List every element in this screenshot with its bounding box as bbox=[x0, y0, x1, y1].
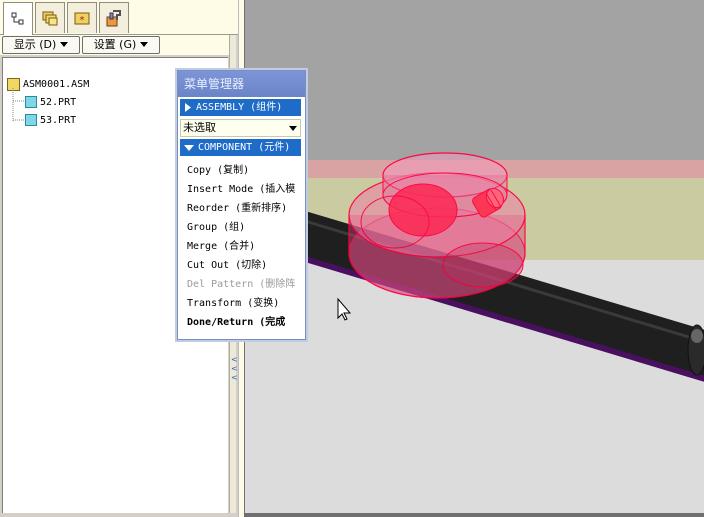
menu-item-group[interactable]: Group (组) bbox=[187, 219, 303, 236]
chevron-down-icon bbox=[140, 42, 149, 47]
menu-item-del-pattern: Del Pattern (删除阵 bbox=[187, 279, 296, 290]
tree-icon bbox=[11, 12, 24, 25]
chevron-down-icon bbox=[289, 126, 297, 131]
tree-child-item[interactable]: 52.PRT bbox=[25, 96, 76, 108]
collapse-arrows-icon[interactable]: < < < bbox=[231, 355, 238, 382]
connections-tab[interactable] bbox=[99, 2, 129, 33]
assembly-section-header[interactable]: ASSEMBLY (组件) bbox=[180, 99, 301, 116]
part-icon bbox=[25, 114, 37, 126]
menu-item-merge[interactable]: Merge (合并) bbox=[187, 238, 303, 255]
menu-manager-title: 菜单管理器 bbox=[178, 71, 305, 97]
svg-text:*: * bbox=[80, 15, 85, 26]
display-label: 显示 (D) bbox=[13, 38, 57, 51]
graphics-viewport[interactable] bbox=[244, 0, 704, 517]
menu-item-cut-out[interactable]: Cut Out (切除) bbox=[187, 257, 303, 274]
highlighted-component bbox=[348, 152, 526, 299]
tools-icon bbox=[106, 10, 121, 27]
display-menu-button[interactable]: 显示 (D) bbox=[2, 36, 80, 54]
part-icon bbox=[25, 96, 37, 108]
menu-item-transform[interactable]: Transform (变换) bbox=[187, 295, 303, 312]
star-folder-icon: * bbox=[74, 12, 90, 26]
component-section-header[interactable]: COMPONENT (元件) bbox=[180, 139, 301, 156]
chevron-down-icon bbox=[60, 42, 69, 47]
mouse-cursor-icon bbox=[337, 297, 352, 321]
tree-child-item[interactable]: 53.PRT bbox=[25, 114, 76, 126]
menu-manager: 菜单管理器 ASSEMBLY (组件) 未选取 COMPONENT (元件) C… bbox=[177, 70, 306, 340]
settings-menu-button[interactable]: 设置 (G) bbox=[82, 36, 160, 54]
viewport-frame bbox=[244, 513, 704, 517]
tree-child-label: 53.PRT bbox=[40, 114, 77, 126]
assembly-section-label: ASSEMBLY (组件) bbox=[196, 102, 283, 113]
tree-child-label: 52.PRT bbox=[40, 96, 77, 108]
model-render bbox=[284, 152, 704, 382]
folders-icon bbox=[42, 11, 58, 26]
expand-right-icon bbox=[185, 103, 191, 112]
favorites-tab[interactable]: * bbox=[67, 2, 97, 33]
component-section-label: COMPONENT (元件) bbox=[198, 142, 291, 153]
model-tree-tab[interactable] bbox=[3, 2, 33, 35]
selection-value: 未选取 bbox=[183, 121, 216, 134]
menu-item-insert-mode[interactable]: Insert Mode (插入模 bbox=[187, 181, 303, 198]
menu-item-reorder[interactable]: Reorder (重新排序) bbox=[187, 200, 303, 217]
menu-item-done-return[interactable]: Done/Return (完成 bbox=[187, 314, 303, 331]
navigator-tabstrip: * bbox=[0, 0, 243, 35]
folder-browser-tab[interactable] bbox=[35, 2, 65, 33]
settings-label: 设置 (G) bbox=[93, 38, 137, 51]
menu-item-copy[interactable]: Copy (复制) bbox=[187, 162, 303, 179]
collapse-down-icon bbox=[184, 144, 194, 151]
navigator-toolbar: 显示 (D) 设置 (G) bbox=[0, 35, 229, 55]
selection-dropdown[interactable]: 未选取 bbox=[180, 119, 301, 137]
